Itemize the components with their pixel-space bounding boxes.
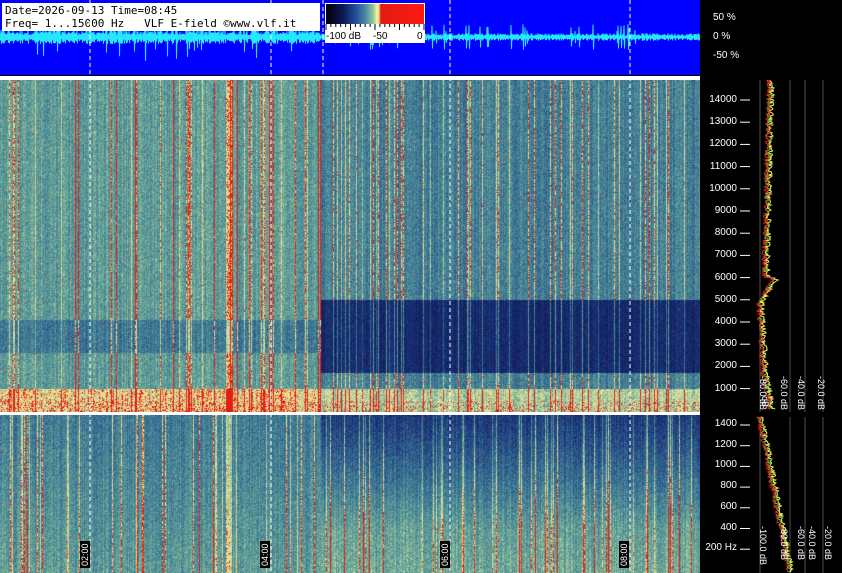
pct-label-0: 0 % <box>713 31 731 42</box>
upper-freq-label: 3000 <box>714 338 737 350</box>
upper-freq-label: 4000 <box>714 316 737 327</box>
upper-freq-label: 14000 <box>709 94 737 105</box>
lower-freq-label: 1000 <box>714 459 737 471</box>
upper-freq-label: 13000 <box>709 116 737 128</box>
upper-freq-label: 8000 <box>714 227 737 239</box>
lower-db-label: -20.0 dB <box>823 526 833 561</box>
time-label-0200: 02:00 <box>80 541 90 568</box>
upper-freq-label: 7000 <box>714 249 737 261</box>
lower-db-label: -60.0 dB <box>796 526 806 561</box>
upper-freq-label: 9000 <box>714 205 737 216</box>
lower-freq-label: 600 <box>720 500 737 512</box>
upper-freq-label: 1000 <box>714 382 737 394</box>
pct-label-neg50: -50 % <box>713 50 740 61</box>
lower-freq-label: 400 <box>720 521 737 533</box>
upper-freq-label: 6000 <box>714 271 737 283</box>
upper-db-label: -40.0 dB <box>796 376 806 411</box>
upper-db-label: -60.0 dB <box>779 376 789 411</box>
time-label-0400: 04:00 <box>260 541 270 568</box>
lower-freq-label: 1200 <box>714 438 737 450</box>
upper-db-label: -20.0 dB <box>816 376 826 411</box>
lower-db-label: -40.0 dB <box>807 526 817 561</box>
upper-freq-label: 11000 <box>709 160 737 172</box>
lower-freq-label: 1400 <box>714 418 737 429</box>
upper-freq-label: 5000 <box>714 293 737 305</box>
upper-freq-label: 10000 <box>709 182 737 194</box>
pct-label-50: 50 % <box>713 12 736 23</box>
upper-freq-label: 12000 <box>709 138 737 150</box>
upper-db-label-unit: dB <box>760 396 770 408</box>
lower-freq-label: 200 Hz <box>705 542 737 554</box>
time-label-0800: 08:00 <box>619 541 629 568</box>
lower-db-label: -100.0 dB <box>758 526 768 566</box>
time-label-0600: 06:00 <box>440 541 450 568</box>
time-marker-lines <box>89 0 631 573</box>
vlf-spectrogram-window: Date=2026-09-13 Time=08:45 Freq= 1...150… <box>0 0 842 573</box>
lower-freq-label: 800 <box>720 480 737 492</box>
lower-db-label: -80.0 dB <box>779 526 789 561</box>
upper-freq-label: 2000 <box>714 360 737 372</box>
